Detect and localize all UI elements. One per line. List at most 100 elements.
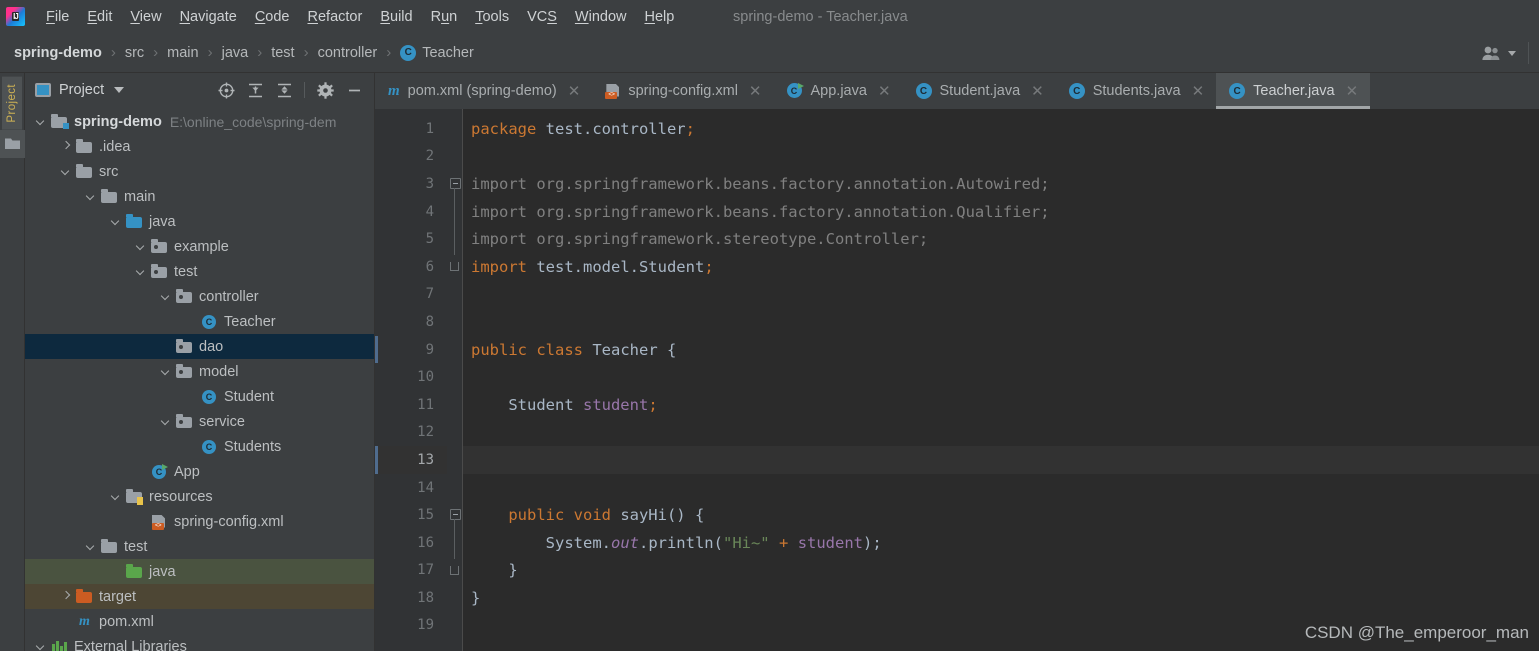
code-token: import <box>471 257 537 276</box>
editor-tab-app-java[interactable]: C App.java ✕ <box>774 73 903 109</box>
tree-node-students[interactable]: C Students <box>25 434 374 459</box>
chevron-down-icon[interactable] <box>114 87 125 93</box>
menu-item-help[interactable]: Help <box>635 6 683 28</box>
tree-node-controller[interactable]: controller <box>25 284 374 309</box>
chevron-down-icon[interactable] <box>85 190 98 203</box>
chevron-down-icon[interactable] <box>35 640 48 651</box>
menu-item-vcs[interactable]: VCS <box>518 6 566 28</box>
editor-tab-students-java[interactable]: C Students.java ✕ <box>1056 73 1216 109</box>
gear-icon[interactable] <box>313 78 337 102</box>
close-icon[interactable]: ✕ <box>565 82 584 101</box>
tree-node-test[interactable]: test <box>25 534 374 559</box>
code-content[interactable]: package test.controller; import org.spri… <box>463 109 1539 651</box>
breadcrumb-item-spring-demo[interactable]: spring-demo <box>12 44 104 62</box>
chevron-down-icon[interactable] <box>160 290 173 303</box>
menu-item-run[interactable]: Run <box>422 6 467 28</box>
breadcrumb-item-java[interactable]: java <box>220 44 251 62</box>
chevron-down-icon[interactable] <box>135 265 148 278</box>
tree-node-model[interactable]: model <box>25 359 374 384</box>
menu-item-code[interactable]: Code <box>246 6 299 28</box>
fold-collapse-icon[interactable] <box>450 178 461 190</box>
fold-collapse-icon[interactable] <box>450 509 461 521</box>
editor-tab-spring-config-xml[interactable]: <> spring-config.xml ✕ <box>592 73 773 109</box>
fold-cell <box>447 143 462 171</box>
tree-node-app[interactable]: C App <box>25 459 374 484</box>
chevron-down-icon[interactable] <box>135 240 148 253</box>
code-token: ); <box>863 533 882 552</box>
tree-node-java[interactable]: java <box>25 559 374 584</box>
fold-cell <box>447 557 462 585</box>
tree-node-example[interactable]: example <box>25 234 374 259</box>
chevron-down-icon[interactable] <box>110 490 123 503</box>
code-line: import org.springframework.beans.factory… <box>463 198 1539 226</box>
menu-item-edit[interactable]: Edit <box>78 6 121 28</box>
collapse-all-icon[interactable] <box>272 78 296 102</box>
project-tree[interactable]: spring-demo E:\online_code\spring-dem .ide… <box>25 107 374 651</box>
tree-node-path: E:\online_code\spring-dem <box>169 113 337 130</box>
tree-node-spring-config-xml[interactable]: <> spring-config.xml <box>25 509 374 534</box>
code-token: ; <box>648 395 658 414</box>
code-folding-gutter[interactable] <box>447 109 463 651</box>
people-icon[interactable] <box>1480 45 1502 61</box>
tree-node-spring-demo[interactable]: spring-demo E:\online_code\spring-dem <box>25 109 374 134</box>
tree-node-student[interactable]: C Student <box>25 384 374 409</box>
menu-item-refactor[interactable]: Refactor <box>299 6 372 28</box>
tree-node-service[interactable]: service <box>25 409 374 434</box>
menu-item-tools[interactable]: Tools <box>466 6 518 28</box>
locate-in-tree-icon[interactable] <box>214 78 238 102</box>
tree-node--idea[interactable]: .idea <box>25 134 374 159</box>
window-title: spring-demo - Teacher.java <box>733 8 908 25</box>
chevron-down-icon[interactable] <box>160 415 173 428</box>
close-icon[interactable]: ✕ <box>1343 82 1362 101</box>
chevron-right-icon[interactable] <box>60 590 73 603</box>
fold-end-icon[interactable] <box>450 565 459 575</box>
tree-node-resources[interactable]: resources <box>25 484 374 509</box>
chevron-down-icon[interactable] <box>110 215 123 228</box>
tree-node-target[interactable]: target <box>25 584 374 609</box>
breadcrumb-item-src[interactable]: src <box>123 44 146 62</box>
chevron-down-icon[interactable] <box>160 365 173 378</box>
tree-node-dao[interactable]: dao <box>25 334 374 359</box>
chevron-down-icon[interactable] <box>85 540 98 553</box>
excluded-folder-icon <box>76 589 93 605</box>
tree-node-external-libraries[interactable]: External Libraries <box>25 634 374 651</box>
tree-node-label: pom.xml <box>99 613 154 630</box>
tool-window-tab-project[interactable]: Project <box>2 77 22 130</box>
close-icon[interactable]: ✕ <box>1189 82 1208 101</box>
folder-icon <box>101 539 118 555</box>
editor-tab-student-java[interactable]: C Student.java ✕ <box>903 73 1056 109</box>
code-token: } <box>471 561 518 580</box>
hide-icon[interactable] <box>342 78 366 102</box>
breadcrumb-item-main[interactable]: main <box>165 44 200 62</box>
breadcrumb-item-teacher[interactable]: C Teacher <box>398 44 476 62</box>
menu-item-view[interactable]: View <box>121 6 170 28</box>
fold-end-icon[interactable] <box>450 261 459 271</box>
chevron-down-icon[interactable] <box>35 115 48 128</box>
tree-node-teacher[interactable]: C Teacher <box>25 309 374 334</box>
expand-all-icon[interactable] <box>243 78 267 102</box>
editor-tab-pom-xml--spring-demo-[interactable]: m pom.xml (spring-demo) ✕ <box>375 73 592 109</box>
tree-node-main[interactable]: main <box>25 184 374 209</box>
tree-node-src[interactable]: src <box>25 159 374 184</box>
breadcrumb-item-controller[interactable]: controller <box>316 44 380 62</box>
editor-tab-teacher-java[interactable]: C Teacher.java ✕ <box>1216 73 1371 109</box>
code-editor[interactable]: 1 2 3 4 5 6 7 8 9 10 11 12 13 14 15 16 17 18 19 package te… <box>375 109 1539 651</box>
menu-item-navigate[interactable]: Navigate <box>171 6 246 28</box>
close-icon[interactable]: ✕ <box>875 82 894 101</box>
breadcrumb-item-test[interactable]: test <box>269 44 296 62</box>
chevron-down-icon[interactable] <box>60 165 73 178</box>
chevron-down-icon[interactable] <box>1508 50 1516 56</box>
chevron-right-icon[interactable] <box>60 140 73 153</box>
tree-node-test[interactable]: test <box>25 259 374 284</box>
close-icon[interactable]: ✕ <box>1028 82 1047 101</box>
menu-item-window[interactable]: Window <box>566 6 636 28</box>
tree-node-pom-xml[interactable]: m pom.xml <box>25 609 374 634</box>
tree-node-java[interactable]: java <box>25 209 374 234</box>
close-icon[interactable]: ✕ <box>746 82 765 101</box>
code-token: test.controller <box>545 119 686 138</box>
menu-item-file[interactable]: File <box>37 6 78 28</box>
intellij-logo-icon: IJ <box>6 7 25 26</box>
menu-item-build[interactable]: Build <box>371 6 421 28</box>
